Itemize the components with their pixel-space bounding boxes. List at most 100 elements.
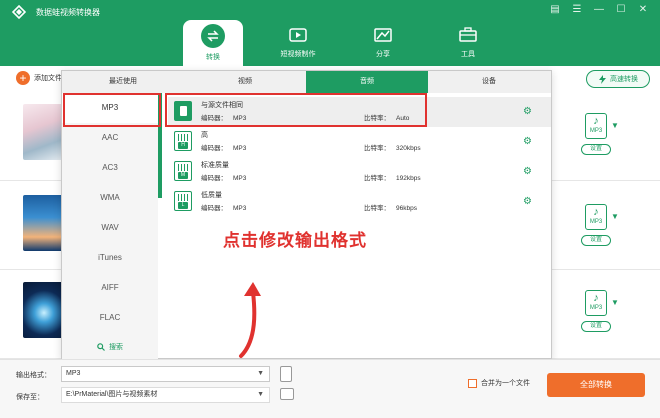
gear-icon[interactable]: ⚙ — [523, 197, 533, 207]
settings-button[interactable]: 设置 — [581, 321, 611, 332]
format-settings: ♪ MP3 ▼ 设置 — [577, 290, 619, 332]
annotation-text: 点击修改输出格式 — [223, 231, 367, 250]
tab-device[interactable]: 设备 — [428, 71, 550, 93]
save-to-label: 保存至： — [16, 394, 44, 401]
settings-button[interactable]: 设置 — [581, 144, 611, 155]
annotation-arrow-icon — [239, 282, 261, 358]
menu-icon[interactable]: ☰ — [570, 3, 584, 17]
merge-label: 合并为一个文件 — [481, 380, 530, 387]
convert-all-button[interactable]: 全部转换 — [547, 373, 645, 397]
main-nav: 转换 短视频制作 分享 工具 — [183, 20, 523, 66]
format-item-flac[interactable]: FLAC — [62, 303, 158, 333]
preset-name: 标准质量 — [201, 162, 229, 169]
audio-format-list: MP3 AAC AC3 WMA WAV iTunes AIFF FLAC 搜索 — [62, 93, 158, 359]
output-format-settings-icon[interactable] — [280, 366, 292, 382]
lightning-icon — [599, 74, 606, 84]
minimize-icon[interactable]: — — [592, 3, 606, 17]
format-item-wav[interactable]: WAV — [62, 213, 158, 243]
format-dropdown-icon[interactable]: ▼ — [611, 212, 619, 221]
tab-share[interactable]: 分享 — [353, 20, 413, 66]
plus-icon: + — [16, 71, 30, 85]
tab-video[interactable]: 视频 — [184, 71, 306, 93]
output-format-badge[interactable]: ♪ MP3 — [585, 113, 607, 139]
format-item-itunes[interactable]: iTunes — [62, 243, 158, 273]
fast-convert-button[interactable]: 高速转换 — [586, 70, 650, 88]
tab-share-label: 分享 — [376, 51, 390, 58]
preset-bitrate: 比特率： 96kbps — [364, 205, 417, 212]
quality-medium-icon: M — [174, 161, 192, 181]
settings-button[interactable]: 设置 — [581, 235, 611, 246]
tab-tools-label: 工具 — [461, 51, 475, 58]
highlight-box-format — [63, 93, 161, 127]
format-dropdown-icon[interactable]: ▼ — [611, 121, 619, 130]
format-search-label: 搜索 — [109, 344, 123, 351]
music-note-icon: ♪ — [593, 206, 599, 218]
convert-icon — [201, 24, 225, 48]
tab-tools[interactable]: 工具 — [438, 20, 498, 66]
add-file-label: 添加文件 — [34, 75, 62, 82]
merge-option[interactable]: 合并为一个文件 — [468, 378, 530, 388]
preset-bitrate: 比特率： 320kbps — [364, 145, 421, 152]
output-format-label: 输出格式： — [16, 372, 51, 379]
feedback-icon[interactable]: ▤ — [548, 3, 562, 17]
format-settings: ♪ MP3 ▼ 设置 — [577, 113, 619, 155]
app-logo-icon — [12, 5, 26, 19]
format-item-aiff[interactable]: AIFF — [62, 273, 158, 303]
merge-checkbox[interactable] — [468, 378, 477, 388]
preset-encoder: 编码器： MP3 — [201, 145, 247, 152]
output-format-text: MP3 — [589, 128, 603, 134]
output-format-badge[interactable]: ♪ MP3 — [585, 204, 607, 230]
format-item-wma[interactable]: WMA — [62, 183, 158, 213]
app-title: 数据蛙视频转换器 — [36, 8, 100, 17]
tab-convert[interactable]: 转换 — [183, 20, 243, 66]
preset-name: 低质量 — [201, 192, 222, 199]
window-controls: ▤ ☰ — ☐ ✕ — [548, 3, 650, 17]
preset-item[interactable]: L 低质量 编码器： MP3 比特率： 96kbps ⚙ — [168, 187, 551, 217]
tab-audio[interactable]: 音频 — [306, 71, 428, 93]
preset-encoder: 编码器： MP3 — [201, 205, 247, 212]
output-format-text: MP3 — [589, 305, 603, 311]
fast-convert-label: 高速转换 — [610, 76, 638, 83]
share-icon — [374, 28, 392, 42]
gear-icon[interactable]: ⚙ — [523, 107, 533, 117]
chevron-down-icon: ▼ — [257, 370, 264, 377]
tab-convert-label: 转换 — [206, 54, 220, 61]
gear-icon[interactable]: ⚙ — [523, 167, 533, 177]
title-bar: 数据蛙视频转换器 ▤ ☰ — ☐ ✕ 转换 短视频制作 分享 工具 — [0, 0, 660, 66]
output-format-select[interactable]: MP3 ▼ — [61, 366, 270, 382]
preset-item[interactable]: M 标准质量 编码器： MP3 比特率： 192kbps ⚙ — [168, 157, 551, 187]
video-thumbnail[interactable] — [23, 282, 65, 338]
save-path-select[interactable]: E:\PrMaterial\图片与视频素材 ▼ — [61, 387, 270, 403]
output-format-text: MP3 — [589, 219, 603, 225]
close-icon[interactable]: ✕ — [636, 3, 650, 17]
preset-bitrate: 比特率： 192kbps — [364, 175, 421, 182]
format-item-aac[interactable]: AAC — [62, 123, 158, 153]
video-thumbnail[interactable] — [23, 195, 65, 251]
short-video-icon — [289, 28, 307, 42]
music-note-icon: ♪ — [593, 115, 599, 127]
highlight-box-preset — [165, 93, 427, 127]
tab-recent[interactable]: 最近使用 — [62, 71, 184, 93]
video-thumbnail[interactable] — [23, 104, 65, 160]
format-search-button[interactable]: 搜索 — [62, 335, 158, 359]
bottom-bar: 输出格式： MP3 ▼ 保存至： E:\PrMaterial\图片与视频素材 ▼… — [0, 359, 660, 418]
chevron-down-icon: ▼ — [257, 391, 264, 398]
preset-name: 高 — [201, 132, 208, 139]
preset-item[interactable]: H 高 编码器： MP3 比特率： 320kbps ⚙ — [168, 127, 551, 157]
tab-short-video-label: 短视频制作 — [280, 51, 316, 58]
format-category-tabs: 最近使用 视频 音频 设备 — [62, 71, 551, 93]
format-dropdown-icon[interactable]: ▼ — [611, 298, 619, 307]
gear-icon[interactable]: ⚙ — [523, 137, 533, 147]
output-format-value: MP3 — [66, 370, 81, 377]
add-file-button[interactable]: + 添加文件 — [16, 71, 62, 85]
quality-high-icon: H — [174, 131, 192, 151]
search-icon — [97, 343, 105, 351]
toolbox-icon — [459, 27, 477, 42]
format-item-ac3[interactable]: AC3 — [62, 153, 158, 183]
maximize-icon[interactable]: ☐ — [614, 3, 628, 17]
format-settings: ♪ MP3 ▼ 设置 — [577, 204, 619, 246]
music-note-icon: ♪ — [593, 292, 599, 304]
tab-short-video[interactable]: 短视频制作 — [268, 20, 328, 66]
output-format-badge[interactable]: ♪ MP3 — [585, 290, 607, 316]
folder-icon[interactable] — [280, 388, 294, 400]
